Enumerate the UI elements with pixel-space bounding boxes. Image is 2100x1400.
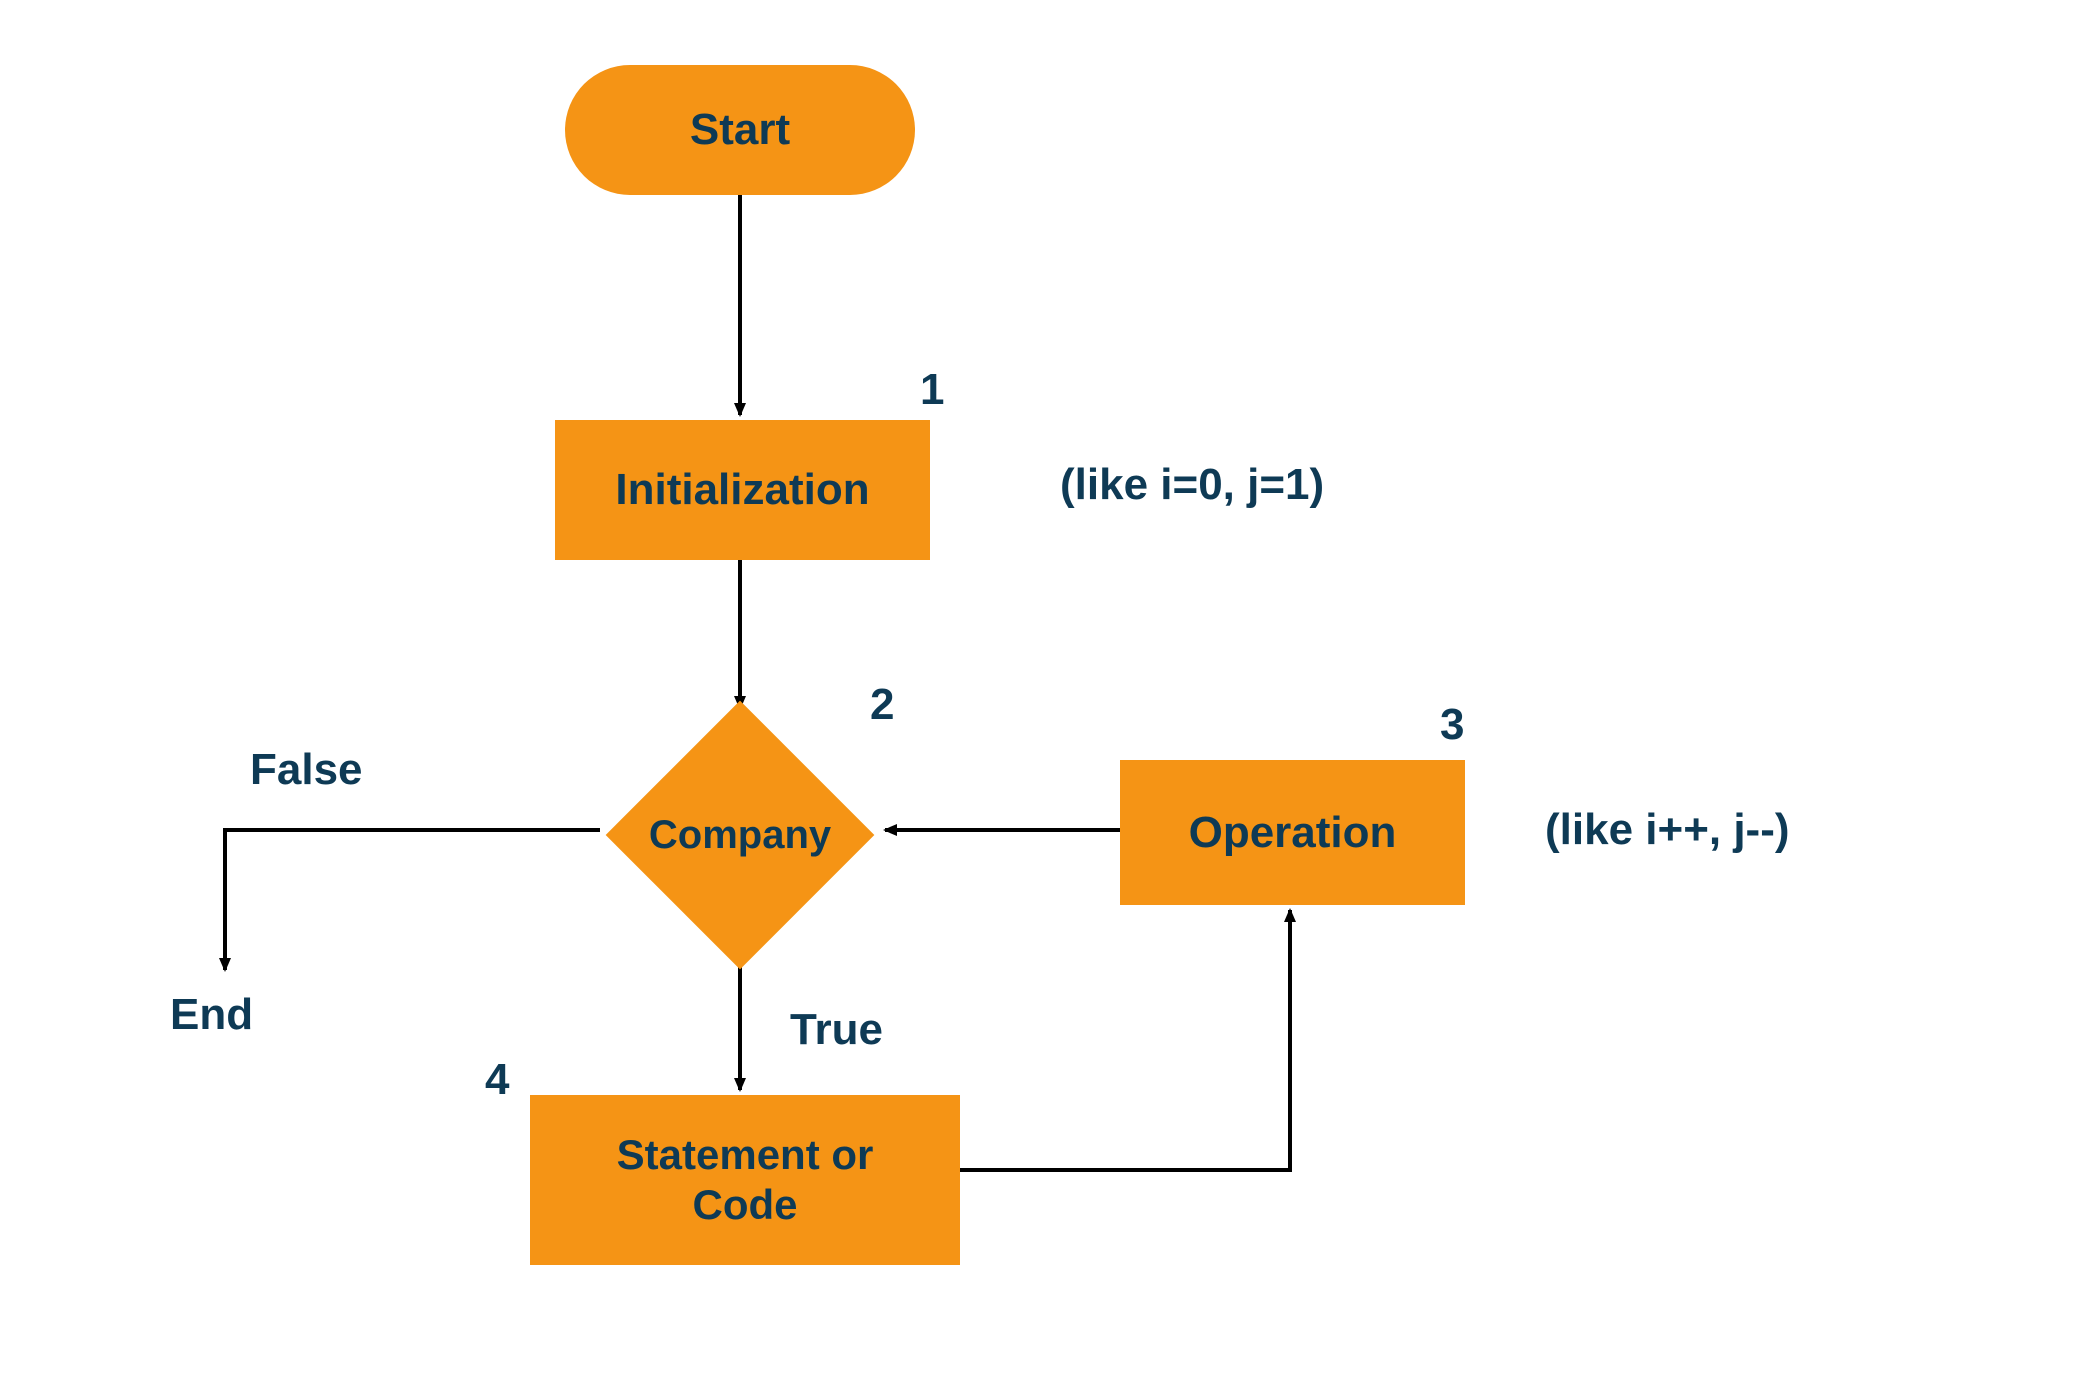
node-initialization-label: Initialization <box>615 465 869 515</box>
annotation-init: (like i=0, j=1) <box>1060 460 1324 510</box>
node-initialization-number: 1 <box>920 365 944 415</box>
node-condition-number: 2 <box>870 680 894 730</box>
edge-statement-to-operation <box>960 910 1290 1170</box>
arrows-layer <box>0 0 2100 1400</box>
edge-label-true: True <box>790 1005 883 1055</box>
edge-label-false: False <box>250 745 363 795</box>
node-statement: Statement or Code <box>530 1095 960 1265</box>
node-operation-number: 3 <box>1440 700 1464 750</box>
node-condition: Company <box>645 740 835 930</box>
edge-label-end: End <box>170 990 253 1040</box>
node-start: Start <box>565 65 915 195</box>
node-operation-label: Operation <box>1189 808 1397 858</box>
node-statement-label: Statement or Code <box>617 1130 874 1231</box>
annotation-operation: (like i++, j--) <box>1545 805 1790 855</box>
flowchart-canvas: Start Initialization 1 (like i=0, j=1) C… <box>0 0 2100 1400</box>
node-start-label: Start <box>690 105 790 155</box>
edge-condition-false <box>225 830 600 970</box>
node-condition-label: Company <box>649 813 831 858</box>
node-statement-number: 4 <box>485 1055 509 1105</box>
node-operation: Operation <box>1120 760 1465 905</box>
node-initialization: Initialization <box>555 420 930 560</box>
